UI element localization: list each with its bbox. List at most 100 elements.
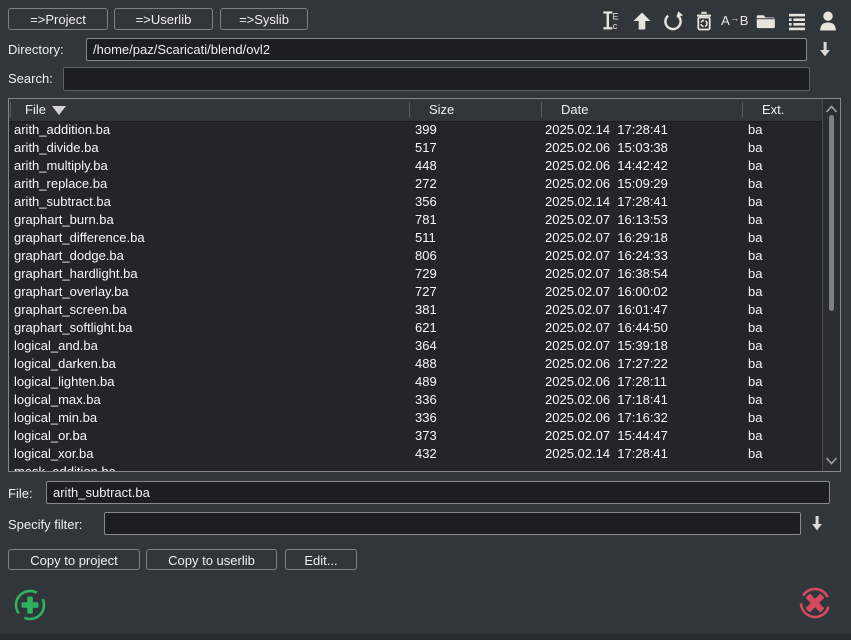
refresh-icon[interactable] — [661, 9, 684, 33]
table-row[interactable]: graphart_dodge.ba 806 2025.02.07 16:24:3… — [9, 247, 823, 265]
table-row[interactable]: arith_replace.ba 272 2025.02.06 15:09:29… — [9, 175, 823, 193]
table-row[interactable]: arith_multiply.ba 448 2025.02.06 14:42:4… — [9, 157, 823, 175]
file-ext-cell: ba — [748, 301, 762, 319]
trash-icon[interactable] — [692, 9, 715, 33]
file-size-cell: 806 — [415, 247, 437, 265]
table-row[interactable]: mask_addition.ba — [9, 463, 823, 471]
file-ext-cell: ba — [748, 193, 762, 211]
file-ext-cell: ba — [748, 319, 762, 337]
table-row[interactable]: logical_min.ba 336 2025.02.06 17:16:32 b… — [9, 409, 823, 427]
to-userlib-button[interactable]: =>Userlib — [114, 8, 213, 30]
window-bottom-edge — [0, 634, 851, 640]
file-size-cell: 727 — [415, 283, 437, 301]
file-date-cell: 2025.02.14 17:28:41 — [545, 445, 668, 463]
file-ext-cell: ba — [748, 265, 762, 283]
file-list: arith_addition.ba 399 2025.02.14 17:28:4… — [9, 121, 823, 471]
table-row[interactable]: logical_darken.ba 488 2025.02.06 17:27:2… — [9, 355, 823, 373]
file-ext-cell: ba — [748, 175, 762, 193]
scroll-down-button[interactable] — [825, 453, 838, 468]
file-input[interactable] — [46, 481, 830, 504]
table-row[interactable]: graphart_screen.ba 381 2025.02.07 16:01:… — [9, 301, 823, 319]
column-header-size[interactable]: Size — [429, 99, 454, 121]
table-scrollbar[interactable] — [822, 99, 840, 471]
file-size-cell: 356 — [415, 193, 437, 211]
scrollbar-thumb[interactable] — [829, 115, 834, 311]
rename-ab-icon[interactable]: A→B — [723, 9, 746, 33]
file-date-cell: 2025.02.14 17:28:41 — [545, 193, 668, 211]
file-date-cell: 2025.02.07 16:38:54 — [545, 265, 668, 283]
file-size-cell: 488 — [415, 355, 437, 373]
table-row[interactable]: graphart_difference.ba 511 2025.02.07 16… — [9, 229, 823, 247]
table-row[interactable]: graphart_burn.ba 781 2025.02.07 16:13:53… — [9, 211, 823, 229]
file-name-cell: arith_replace.ba — [14, 175, 107, 193]
filter-dropdown-button[interactable] — [807, 513, 827, 533]
table-row[interactable]: graphart_hardlight.ba 729 2025.02.07 16:… — [9, 265, 823, 283]
copy-to-project-button[interactable]: Copy to project — [8, 549, 140, 570]
table-row[interactable]: graphart_overlay.ba 727 2025.02.07 16:00… — [9, 283, 823, 301]
file-ext-cell: ba — [748, 409, 762, 427]
file-browser-window: =>Project =>Userlib =>Syslib E c — [0, 0, 851, 640]
column-header-date[interactable]: Date — [561, 99, 588, 121]
plus-circle-icon — [13, 588, 49, 624]
list-view-icon[interactable] — [785, 9, 808, 33]
file-size-cell: 272 — [415, 175, 437, 193]
edit-button[interactable]: Edit... — [285, 549, 357, 570]
file-ext-cell: ba — [748, 211, 762, 229]
file-size-cell: 381 — [415, 301, 437, 319]
column-header-ext[interactable]: Ext. — [762, 99, 784, 121]
search-label: Search: — [8, 71, 53, 87]
column-header-file[interactable]: File — [25, 99, 46, 121]
svg-text:c: c — [613, 21, 618, 31]
table-row[interactable]: arith_addition.ba 399 2025.02.14 17:28:4… — [9, 121, 823, 139]
table-row[interactable]: logical_and.ba 364 2025.02.07 15:39:18 b… — [9, 337, 823, 355]
up-arrow-icon[interactable] — [630, 9, 653, 33]
file-ext-cell: ba — [748, 337, 762, 355]
file-date-cell: 2025.02.06 17:16:32 — [545, 409, 668, 427]
file-name-cell: graphart_burn.ba — [14, 211, 114, 229]
file-name-cell: logical_darken.ba — [14, 355, 116, 373]
file-date-cell: 2025.02.06 15:03:38 — [545, 139, 668, 157]
file-date-cell: 2025.02.07 15:44:47 — [545, 427, 668, 445]
copy-to-userlib-button[interactable]: Copy to userlib — [146, 549, 277, 570]
file-date-cell: 2025.02.07 15:39:18 — [545, 337, 668, 355]
directory-input[interactable] — [86, 38, 807, 61]
file-date-cell: 2025.02.07 16:44:50 — [545, 319, 668, 337]
table-row[interactable]: logical_xor.ba 432 2025.02.14 17:28:41 b… — [9, 445, 823, 463]
file-size-cell: 489 — [415, 373, 437, 391]
user-icon[interactable] — [816, 9, 839, 33]
close-button[interactable] — [798, 585, 834, 621]
file-name-cell: logical_lighten.ba — [14, 373, 114, 391]
text-cursor-case-icon[interactable]: E c — [599, 9, 622, 33]
table-row[interactable]: logical_max.ba 336 2025.02.06 17:18:41 b… — [9, 391, 823, 409]
file-table: File Size Date Ext. arith_addition.ba 39… — [8, 98, 841, 472]
file-name-cell: arith_addition.ba — [14, 121, 110, 139]
file-size-cell: 781 — [415, 211, 437, 229]
table-header: File Size Date Ext. — [9, 99, 840, 122]
table-row[interactable]: graphart_softlight.ba 621 2025.02.07 16:… — [9, 319, 823, 337]
file-date-cell: 2025.02.07 16:01:47 — [545, 301, 668, 319]
table-row[interactable]: logical_or.ba 373 2025.02.07 15:44:47 ba — [9, 427, 823, 445]
filter-input[interactable] — [104, 512, 801, 535]
file-name-cell: graphart_hardlight.ba — [14, 265, 138, 283]
file-ext-cell: ba — [748, 139, 762, 157]
table-row[interactable]: arith_subtract.ba 356 2025.02.14 17:28:4… — [9, 193, 823, 211]
to-project-button[interactable]: =>Project — [8, 8, 108, 30]
file-date-cell: 2025.02.14 17:28:41 — [545, 121, 668, 139]
file-ext-cell: ba — [748, 283, 762, 301]
file-ext-cell: ba — [748, 391, 762, 409]
file-ext-cell: ba — [748, 121, 762, 139]
add-button[interactable] — [13, 588, 49, 624]
file-size-cell: 432 — [415, 445, 437, 463]
file-size-cell: 336 — [415, 409, 437, 427]
table-row[interactable]: logical_lighten.ba 489 2025.02.06 17:28:… — [9, 373, 823, 391]
directory-dropdown-button[interactable] — [815, 39, 835, 59]
search-input[interactable] — [63, 67, 810, 91]
file-date-cell: 2025.02.07 16:24:33 — [545, 247, 668, 265]
folder-icon[interactable] — [754, 9, 777, 33]
table-row[interactable]: arith_divide.ba 517 2025.02.06 15:03:38 … — [9, 139, 823, 157]
to-syslib-button[interactable]: =>Syslib — [220, 8, 308, 30]
file-ext-cell: ba — [748, 427, 762, 445]
file-size-cell: 621 — [415, 319, 437, 337]
file-date-cell: 2025.02.07 16:29:18 — [545, 229, 668, 247]
sort-descending-icon — [52, 106, 66, 115]
